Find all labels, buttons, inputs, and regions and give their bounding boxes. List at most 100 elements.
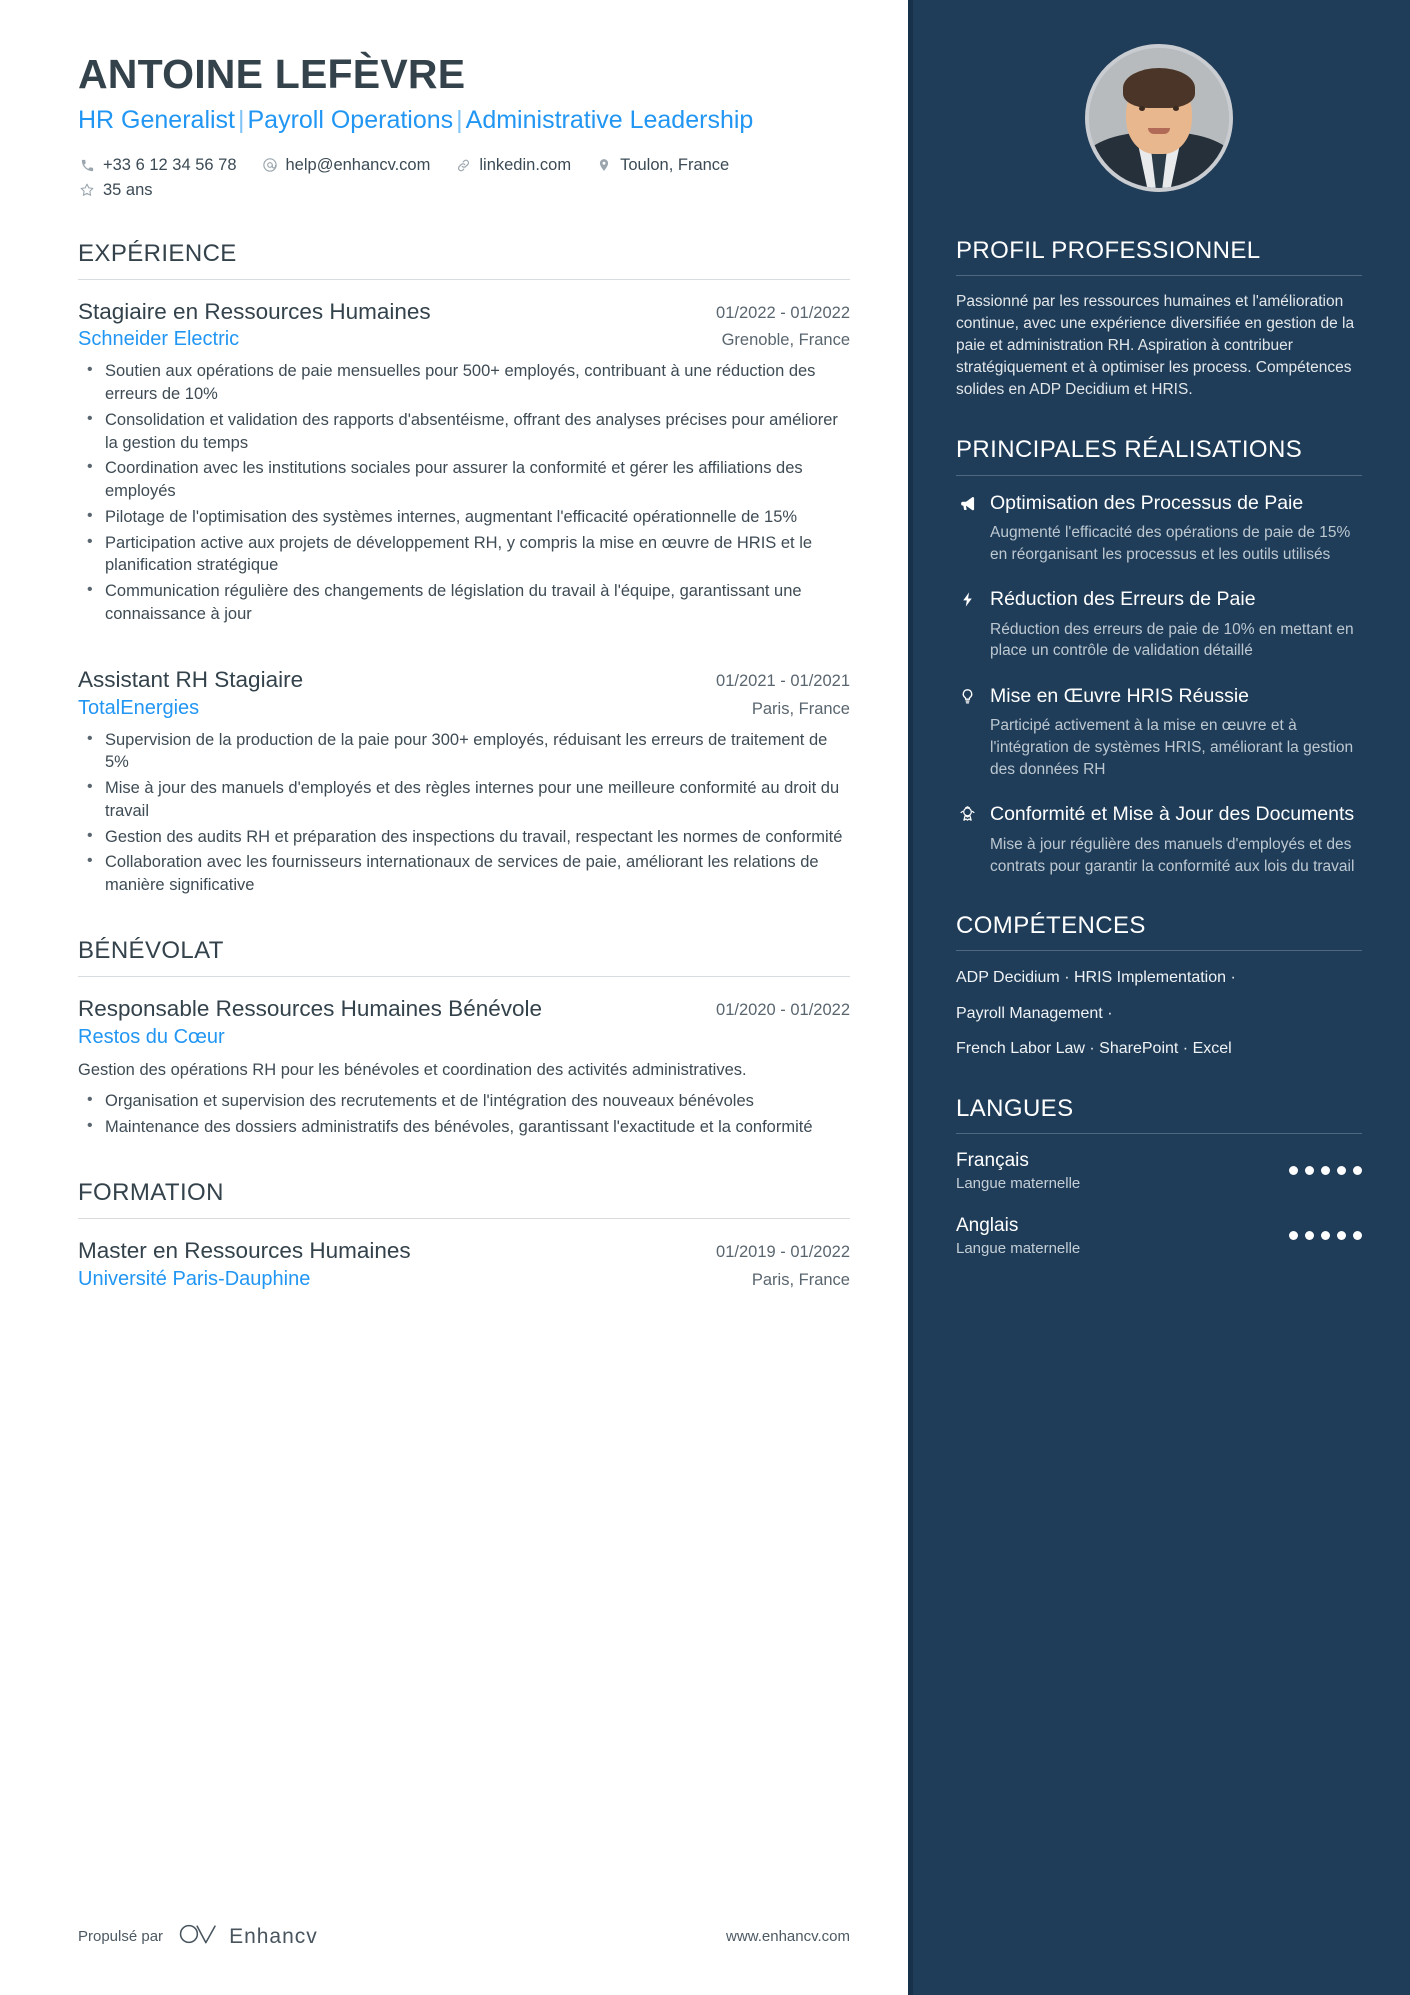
list-item: Participation active aux projets de déve…: [78, 531, 850, 578]
resume-sidebar: PROFIL PROFESSIONNEL Passionné par les r…: [908, 0, 1410, 1995]
contact-linkedin[interactable]: linkedin.com: [454, 156, 571, 175]
entry-bullet-list: Soutien aux opérations de paie mensuelle…: [78, 359, 850, 625]
skills-line: ADP Decidium · HRIS Implementation ·: [956, 969, 1236, 987]
achievement-item: Optimisation des Processus de Paie Augme…: [956, 491, 1362, 566]
sidebar-heading: LANGUES: [956, 1095, 1074, 1123]
list-item: Organisation et supervision des recrutem…: [78, 1089, 850, 1113]
entry-spacer: [78, 632, 850, 666]
contact-phone[interactable]: +33 6 12 34 56 78: [78, 156, 237, 175]
resume-main-column: ANTOINE LEFÈVRE HR Generalist | Payroll Op…: [0, 0, 908, 1995]
entry-bullet-list: Supervision de la production de la paie …: [78, 728, 850, 897]
entry-organization[interactable]: Restos du Cœur: [78, 1026, 225, 1049]
achievement-body: Optimisation des Processus de Paie Augme…: [990, 491, 1362, 566]
sidebar-divider: [956, 275, 1362, 277]
experience-entry: Assistant RH Stagiaire 01/2021 - 01/2021…: [78, 666, 850, 897]
footer-branding: Propulsé par Enhancv: [78, 1921, 318, 1952]
entry-description: Gestion des opérations RH pour les bénév…: [78, 1060, 747, 1079]
enhancv-logo[interactable]: Enhancv: [178, 1921, 318, 1952]
sidebar-divider: [956, 1133, 1362, 1135]
headline-part-2: Payroll Operations: [247, 106, 454, 135]
headline-separator: |: [456, 106, 463, 135]
language-name: Français: [956, 1150, 1029, 1172]
entry-location: Paris, France: [751, 1270, 850, 1289]
language-name: Anglais: [956, 1215, 1019, 1237]
skills-line: French Labor Law · SharePoint · Excel: [956, 1039, 1232, 1057]
proficiency-dot: [1289, 1230, 1298, 1240]
entry-dates: 01/2020 - 01/2022: [716, 1000, 850, 1019]
proficiency-dot: [1321, 1230, 1330, 1240]
award-medal-icon: [956, 802, 978, 877]
achievement-item: Conformité et Mise à Jour des Documents …: [956, 802, 1362, 877]
entry-header: Master en Ressources Humaines 01/2019 - …: [78, 1237, 850, 1266]
entry-subheader: Université Paris-Dauphine Paris, France: [78, 1268, 850, 1291]
page-footer: Propulsé par Enhancv www.enhancv.com: [78, 1921, 850, 1952]
professional-headline: HR Generalist | Payroll Operations | Adminis…: [78, 104, 808, 137]
list-item: Supervision de la production de la paie …: [78, 728, 850, 775]
page-title: ANTOINE LEFÈVRE: [78, 51, 466, 97]
contact-email[interactable]: help@enhancv.com: [261, 156, 430, 175]
section-experience: EXPÉRIENCE Stagiaire en Ressources Humai…: [78, 240, 850, 897]
sidebar-heading: PRINCIPALES RÉALISATIONS: [956, 436, 1303, 464]
language-level: Langue maternelle: [956, 1175, 1081, 1193]
section-volunteering: BÉNÉVOLAT Responsable Ressources Humaine…: [78, 937, 850, 1139]
footer-website-url[interactable]: www.enhancv.com: [726, 1928, 850, 1945]
language-item: Anglais Langue maternelle: [956, 1214, 1362, 1257]
entry-location: Paris, France: [751, 699, 850, 718]
achievement-description: Mise à jour régulière des manuels d'empl…: [990, 835, 1355, 875]
proficiency-dot: [1305, 1166, 1314, 1176]
entry-company[interactable]: Schneider Electric: [78, 328, 239, 351]
proficiency-dot: [1321, 1166, 1330, 1176]
email-icon: [261, 156, 279, 174]
section-heading: EXPÉRIENCE: [78, 239, 237, 267]
sidebar-section-achievements: PRINCIPALES RÉALISATIONS Optimisation de…: [956, 435, 1362, 877]
entry-header: Responsable Ressources Humaines Bénévole…: [78, 995, 850, 1024]
avatar-eye-right: [1173, 106, 1179, 111]
entry-job-title: Responsable Ressources Humaines Bénévole: [78, 995, 543, 1021]
language-info: Anglais Langue maternelle: [956, 1214, 1080, 1257]
skills-line: Payroll Management ·: [956, 1004, 1113, 1022]
proficiency-dot: [1353, 1166, 1362, 1176]
proficiency-dot: [1289, 1166, 1298, 1176]
section-divider: [78, 975, 850, 977]
entry-dates: 01/2021 - 01/2021: [716, 671, 850, 690]
enhancv-wordmark: Enhancv: [229, 1924, 318, 1948]
entry-job-title: Assistant RH Stagiaire: [78, 666, 304, 692]
entry-subheader: Restos du Cœur: [78, 1026, 850, 1049]
headline-part-3: Administrative Leadership: [465, 106, 754, 135]
achievement-body: Mise en Œuvre HRIS Réussie Participé act…: [990, 684, 1362, 780]
list-item: Coordination avec les institutions socia…: [78, 456, 850, 503]
achievement-item: Mise en Œuvre HRIS Réussie Participé act…: [956, 684, 1362, 780]
avatar-eye-left: [1139, 106, 1145, 111]
list-item: Collaboration avec les fournisseurs inte…: [78, 850, 850, 897]
entry-school[interactable]: Université Paris-Dauphine: [78, 1268, 310, 1291]
entry-header: Stagiaire en Ressources Humaines 01/2022…: [78, 298, 850, 327]
list-item: Gestion des audits RH et préparation des…: [78, 825, 850, 849]
education-entry: Master en Ressources Humaines 01/2019 - …: [78, 1237, 850, 1291]
avatar: [1085, 44, 1233, 192]
contact-phone-text: +33 6 12 34 56 78: [103, 155, 237, 174]
sidebar-section-profile: PROFIL PROFESSIONNEL Passionné par les r…: [956, 236, 1362, 401]
achievement-item: Réduction des Erreurs de Paie Réduction …: [956, 587, 1362, 662]
entry-company[interactable]: TotalEnergies: [78, 697, 199, 720]
location-pin-icon: [595, 156, 613, 174]
list-item: Pilotage de l'optimisation des systèmes …: [78, 505, 850, 529]
powered-by-label: Propulsé par: [78, 1928, 164, 1945]
sidebar-section-languages: LANGUES Français Langue maternelle Angla: [956, 1094, 1362, 1257]
language-info: Français Langue maternelle: [956, 1149, 1080, 1192]
headline-part-1: HR Generalist: [78, 106, 235, 135]
sidebar-heading: COMPÉTENCES: [956, 912, 1146, 940]
achievement-description: Participé activement à la mise en œuvre …: [990, 717, 1354, 778]
link-icon: [454, 156, 472, 174]
contact-age-text: 35 ans: [103, 180, 153, 199]
entry-dates: 01/2022 - 01/2022: [716, 303, 850, 322]
entry-subheader: Schneider Electric Grenoble, France: [78, 328, 850, 351]
sidebar-divider: [956, 950, 1362, 952]
achievement-title: Mise en Œuvre HRIS Réussie: [990, 685, 1250, 708]
list-item: Soutien aux opérations de paie mensuelle…: [78, 359, 850, 406]
proficiency-dot: [1353, 1230, 1362, 1240]
resume-page: ANTOINE LEFÈVRE HR Generalist | Payroll Op…: [0, 0, 1410, 1995]
entry-subheader: TotalEnergies Paris, France: [78, 697, 850, 720]
entry-dates: 01/2019 - 01/2022: [716, 1242, 850, 1261]
entry-degree-title: Master en Ressources Humaines: [78, 1237, 411, 1263]
list-item: Maintenance des dossiers administratifs …: [78, 1115, 850, 1139]
